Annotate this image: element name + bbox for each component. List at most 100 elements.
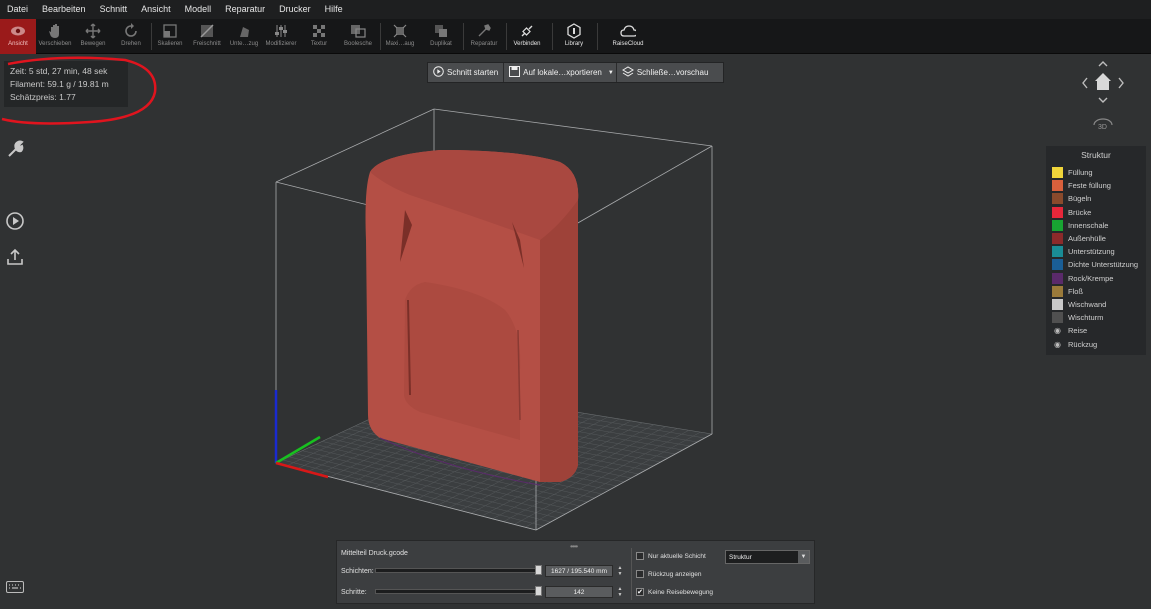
- modifizierer-label: Modifizierer: [265, 41, 297, 47]
- layers-slider-thumb[interactable]: [535, 565, 542, 575]
- steps-row: Schritte:: [341, 586, 374, 598]
- 3d-viewport[interactable]: [0, 54, 1151, 609]
- raisecloud-button[interactable]: RaiseCloud: [606, 19, 650, 54]
- steps-slider-track[interactable]: [375, 589, 539, 594]
- legend-swatch: [1052, 167, 1063, 179]
- no-travel-box[interactable]: ✔: [636, 588, 644, 596]
- legend-item[interactable]: Dichte Unterstützung: [1052, 258, 1146, 271]
- close-preview-button[interactable]: Schließe…vorschau: [615, 63, 714, 82]
- play-preview-icon[interactable]: [4, 210, 26, 232]
- menu-modell[interactable]: Modell: [178, 0, 219, 19]
- menu-reparatur[interactable]: Reparatur: [218, 0, 272, 19]
- only-current-layer-box[interactable]: [636, 552, 644, 560]
- drehen-button[interactable]: Drehen: [113, 19, 149, 54]
- legend-item[interactable]: Unterstützung: [1052, 245, 1146, 258]
- freischnitt-button[interactable]: Freischnitt: [189, 19, 225, 54]
- legend-swatch: [1052, 246, 1063, 258]
- legend-item[interactable]: Wischturm: [1052, 311, 1146, 324]
- export-button[interactable]: Auf lokale…xportieren ▼: [503, 63, 616, 82]
- steps-slider-thumb[interactable]: [535, 586, 542, 596]
- verschieben-button[interactable]: Verschieben: [37, 19, 73, 54]
- legend-item[interactable]: Feste füllung: [1052, 179, 1146, 192]
- only-current-layer-checkbox[interactable]: Nur aktuelle Schicht: [636, 552, 706, 560]
- legend-swatch: [1052, 206, 1063, 218]
- view-mode-select[interactable]: Struktur ▼: [725, 550, 810, 564]
- menu-bearbeiten[interactable]: Bearbeiten: [35, 0, 93, 19]
- layers-label: Schichten:: [341, 567, 374, 575]
- maximize-button[interactable]: Maxi…aug: [381, 19, 419, 54]
- steps-spinner[interactable]: ▲ ▼: [616, 586, 624, 598]
- menu-ansicht[interactable]: Ansicht: [134, 0, 178, 19]
- keyboard-icon[interactable]: [4, 578, 26, 596]
- layers-spinner[interactable]: ▲ ▼: [616, 565, 624, 577]
- ansicht-button[interactable]: Ansicht: [0, 19, 36, 54]
- legend-label: Innenschale: [1068, 220, 1109, 230]
- legend-toggle[interactable]: ◉ Rückzug: [1052, 337, 1146, 350]
- legend-swatch: [1052, 298, 1063, 310]
- sliced-model[interactable]: [365, 150, 579, 486]
- duplikat-button[interactable]: Duplikat: [421, 19, 461, 54]
- legend-item[interactable]: Außenhülle: [1052, 232, 1146, 245]
- legend-item[interactable]: Bügeln: [1052, 192, 1146, 205]
- legend-item[interactable]: Rock/Krempe: [1052, 272, 1146, 285]
- fit-icon: [392, 23, 408, 39]
- arrow-up-icon: [1098, 61, 1108, 67]
- legend-item[interactable]: Floß: [1052, 285, 1146, 298]
- main-toolbar: Ansicht Verschieben Bewegen Drehen Skali…: [0, 19, 1151, 54]
- legend-item[interactable]: Wischwand: [1052, 298, 1146, 311]
- legend-label: Außenhülle: [1068, 234, 1106, 244]
- settings-wrench-icon[interactable]: [4, 138, 26, 160]
- rotate-icon: [123, 23, 139, 39]
- scale-icon: [162, 23, 178, 39]
- menu-schnitt[interactable]: Schnitt: [93, 0, 135, 19]
- menu-datei[interactable]: Datei: [0, 0, 35, 19]
- verbinden-button[interactable]: Verbinden: [507, 19, 547, 54]
- skalieren-button[interactable]: Skalieren: [152, 19, 188, 54]
- show-retraction-box[interactable]: [636, 570, 644, 578]
- connect-icon: [519, 23, 535, 39]
- only-current-layer-label: Nur aktuelle Schicht: [648, 552, 706, 560]
- move-arrows-icon: [85, 23, 101, 39]
- panel-grip-handle[interactable]: ••••: [570, 542, 578, 551]
- no-travel-checkbox[interactable]: ✔ Keine Reisebewegung: [636, 588, 713, 596]
- textur-button[interactable]: Textur: [301, 19, 337, 54]
- no-travel-label: Keine Reisebewegung: [648, 588, 714, 596]
- legend-label: Wischturm: [1068, 313, 1104, 323]
- upload-icon[interactable]: [4, 246, 26, 268]
- raisecloud-label: RaiseCloud: [612, 41, 644, 47]
- modifizierer-button[interactable]: Modifizierer: [263, 19, 299, 54]
- layers-value-field[interactable]: 1627 / 195.540 mm: [545, 565, 613, 577]
- legend-swatch: [1052, 233, 1063, 245]
- menu-drucker[interactable]: Drucker: [272, 0, 318, 19]
- dropdown-arrow-icon[interactable]: ▼: [798, 551, 809, 563]
- verschieben-label: Verschieben: [38, 41, 72, 47]
- slice-button[interactable]: Schnitt starten: [428, 63, 503, 82]
- drehen-label: Drehen: [121, 41, 141, 47]
- view-navigation: 3D: [1078, 58, 1130, 138]
- layers-slider-track[interactable]: [375, 568, 539, 573]
- eye-icon[interactable]: ◉: [1052, 326, 1063, 335]
- boolesche-button[interactable]: Boolesche: [338, 19, 378, 54]
- legend-label: Bügeln: [1068, 194, 1092, 204]
- export-label: Auf lokale…xportieren: [523, 68, 602, 77]
- steps-value-field[interactable]: 142: [545, 586, 613, 598]
- legend-swatch: [1052, 180, 1063, 192]
- legend-item[interactable]: Brücke: [1052, 206, 1146, 219]
- bewegen-button[interactable]: Bewegen: [75, 19, 111, 54]
- unterzug-button[interactable]: Unte…zug: [226, 19, 262, 54]
- legend-label: Wischwand: [1068, 299, 1107, 309]
- menu-hilfe[interactable]: Hilfe: [318, 0, 350, 19]
- eye-icon[interactable]: ◉: [1052, 340, 1063, 349]
- library-icon: [566, 23, 582, 39]
- library-button[interactable]: Library: [556, 19, 592, 54]
- library-label: Library: [564, 41, 584, 47]
- menu-bar: Datei Bearbeiten Schnitt Ansicht Modell …: [0, 0, 1151, 19]
- legend-item[interactable]: Innenschale: [1052, 219, 1146, 232]
- ansicht-label: Ansicht: [8, 41, 28, 47]
- reparatur-button[interactable]: Reparatur: [464, 19, 504, 54]
- legend-toggle[interactable]: ◉ Reise: [1052, 324, 1146, 337]
- chevron-down-icon[interactable]: ▼: [608, 70, 614, 76]
- legend-item[interactable]: Füllung: [1052, 166, 1146, 179]
- cloud-icon: [620, 23, 636, 39]
- show-retraction-checkbox[interactable]: Rückzug anzeigen: [636, 570, 701, 578]
